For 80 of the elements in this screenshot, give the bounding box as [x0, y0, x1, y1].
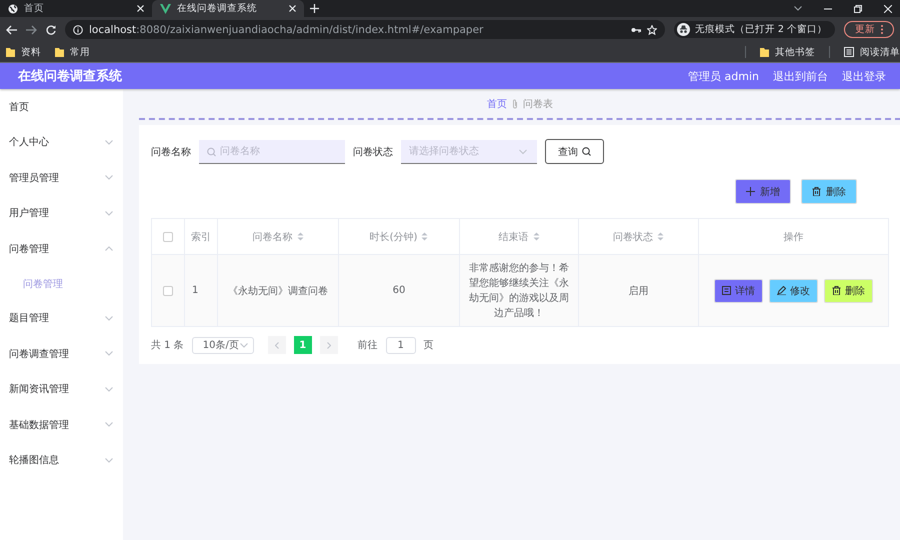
globe-icon	[8, 4, 18, 14]
status-select[interactable]: 请选择问卷状态	[401, 140, 537, 164]
chevron-down-icon	[240, 342, 248, 348]
filter-label: 问卷状态	[353, 146, 393, 158]
breadcrumb-item: 问卷表	[523, 98, 553, 110]
document-icon	[722, 286, 731, 295]
folder-icon	[6, 47, 15, 57]
back-icon[interactable]	[6, 24, 17, 34]
list-icon	[844, 47, 854, 57]
search-button[interactable]: 查询	[545, 139, 604, 164]
url-text: localhost:8080/zaixianwenjuandiaocha/admin/dist/index.html#/exampaper	[89, 24, 484, 36]
sidebar-item[interactable]: 问卷管理	[0, 231, 123, 266]
restore-icon[interactable]	[854, 4, 862, 12]
folder-icon	[55, 47, 64, 57]
trash-icon	[832, 286, 841, 295]
chevron-down-icon	[519, 149, 527, 154]
app-title: 在线问卷调查系统	[18, 68, 123, 85]
new-tab-icon[interactable]	[310, 4, 319, 13]
close-icon[interactable]	[884, 4, 892, 12]
sidebar-item[interactable]: 首页	[0, 89, 123, 124]
sidebar-item[interactable]: 轮播图信息	[0, 442, 123, 478]
incognito-icon	[676, 23, 690, 36]
search-icon	[582, 147, 591, 156]
trash-icon	[812, 187, 821, 196]
star-icon[interactable]	[646, 24, 657, 34]
minimize-icon[interactable]	[824, 8, 832, 10]
key-icon	[630, 26, 641, 32]
checkbox[interactable]	[163, 286, 173, 296]
bookmark[interactable]: 资料	[6, 46, 41, 58]
plus-icon	[746, 187, 755, 196]
incognito-indicator[interactable]: 无痕模式（已打开 2 个窗口）	[674, 21, 835, 38]
bookmark[interactable]: 其他书签	[760, 46, 815, 58]
sidebar-item[interactable]: 新闻资讯管理	[0, 372, 123, 407]
edit-button[interactable]: 修改	[769, 278, 818, 302]
table-cell: 启用	[628, 286, 648, 296]
table-cell: 《永劫无间》调查问卷	[228, 286, 328, 296]
address-bar[interactable]: localhost:8080/zaixianwenjuandiaocha/admin/dist/index.html#/exampaper	[65, 20, 665, 39]
goto-label: 前往	[358, 338, 378, 352]
table-cell-text: 非常感谢您的参与！希望您能够继续关注《永劫无间》的游戏以及周边产品哦！	[468, 262, 570, 320]
header-link[interactable]: 退出到前台	[773, 68, 828, 84]
sidebar-item[interactable]: 基础数据管理	[0, 407, 123, 442]
header-link[interactable]: 退出登录	[842, 68, 886, 84]
sidebar-item[interactable]: 用户管理	[0, 196, 123, 231]
v-logo-icon	[160, 4, 171, 14]
delete-button[interactable]: 删除	[824, 278, 873, 302]
filter-label: 问卷名称	[151, 146, 191, 158]
column-header: 索引	[191, 232, 211, 242]
table-cell: 60	[392, 285, 406, 296]
browser-tab[interactable]: 首页	[0, 0, 152, 17]
folder-icon	[760, 47, 769, 57]
search-field[interactable]: 问卷名称	[199, 140, 345, 164]
total-count: 共 1 条	[151, 338, 184, 352]
search-icon	[207, 147, 216, 156]
reading-list-button[interactable]: 阅读清单	[844, 46, 900, 58]
page-input[interactable]: 1	[386, 336, 416, 354]
chevron-left-icon	[274, 342, 279, 348]
chevron-right-icon	[326, 342, 331, 348]
update-button[interactable]: 更新	[844, 21, 894, 38]
bookmark[interactable]: 常用	[55, 46, 90, 58]
breadcrumb-item[interactable]: 首页	[487, 96, 507, 110]
sidebar-item[interactable]: 题目管理	[0, 300, 123, 336]
delete-button[interactable]: 删除	[801, 179, 857, 204]
chevron-down-icon[interactable]	[794, 6, 802, 11]
page-unit: 页	[424, 339, 434, 352]
column-header: 操作	[784, 232, 804, 242]
browser-tab[interactable]: 在线问卷调查系统	[152, 0, 304, 17]
checkbox[interactable]	[163, 232, 173, 242]
info-icon	[73, 24, 83, 34]
page-size-select[interactable]: 10条/页	[192, 336, 254, 354]
sidebar-item[interactable]: 管理员管理	[0, 160, 123, 196]
sidebar-item[interactable]: 个人中心	[0, 124, 123, 160]
forward-icon[interactable]	[26, 24, 37, 34]
close-icon[interactable]	[137, 5, 144, 12]
reload-icon[interactable]	[46, 24, 56, 34]
paperclip-icon	[512, 98, 518, 108]
pencil-icon	[777, 286, 786, 295]
header-link[interactable]: 管理员 admin	[688, 68, 759, 84]
sidebar-item[interactable]: 问卷调查管理	[0, 336, 123, 372]
table-cell: 1	[192, 285, 198, 296]
close-icon[interactable]	[289, 5, 296, 12]
